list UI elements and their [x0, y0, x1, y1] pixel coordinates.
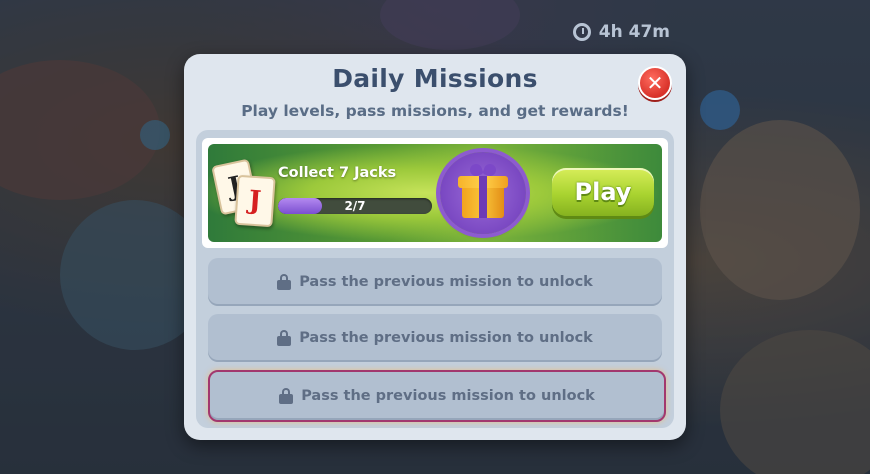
clock-icon	[572, 23, 591, 41]
card-front: J	[234, 174, 276, 228]
locked-mission-text: Pass the previous mission to unlock	[299, 274, 593, 290]
locked-mission-row-highlighted: Pass the previous mission to unlock	[208, 370, 666, 422]
locked-mission-row: Pass the previous mission to unlock	[208, 314, 662, 362]
locked-mission-text: Pass the previous mission to unlock	[301, 388, 595, 404]
locked-mission-row: Pass the previous mission to unlock	[208, 258, 662, 306]
play-button-label: Play	[574, 178, 632, 206]
close-icon: ✕	[646, 71, 664, 95]
mission-progress-bar: 2/7	[278, 198, 432, 214]
jack-cards-icon: J J	[211, 158, 276, 228]
close-button[interactable]: ✕	[638, 66, 672, 100]
lock-icon	[277, 330, 292, 346]
timer-text: 4h 47m	[598, 22, 670, 42]
lock-icon	[277, 274, 292, 290]
locked-mission-text: Pass the previous mission to unlock	[299, 330, 593, 346]
play-button[interactable]: Play	[552, 168, 654, 216]
mission-label: Collect 7 Jacks	[278, 165, 397, 181]
daily-missions-modal: Daily Missions ✕ Play levels, pass missi…	[184, 54, 686, 440]
modal-subtitle: Play levels, pass missions, and get rewa…	[241, 102, 629, 120]
gift-icon	[440, 152, 526, 234]
active-mission-banner: J J Collect 7 Jacks 2/7 Play	[208, 144, 662, 242]
progress-text: 2/7	[344, 199, 366, 213]
modal-title: Daily Missions	[332, 64, 538, 93]
lock-icon	[279, 388, 294, 404]
active-mission-card: J J Collect 7 Jacks 2/7 Play	[202, 138, 668, 248]
event-timer: 4h 47m	[572, 22, 670, 42]
